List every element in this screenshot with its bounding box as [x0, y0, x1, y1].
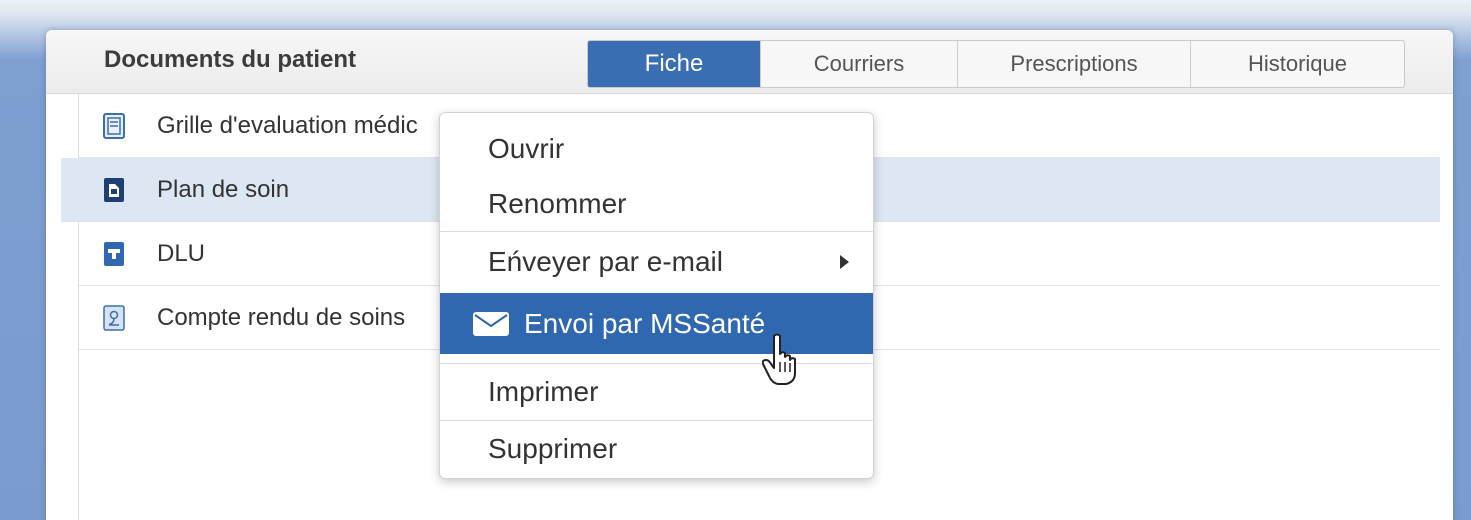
panel-title: Documents du patient: [104, 46, 357, 73]
document-label: Compte rendu de soins: [157, 303, 406, 331]
tab-courriers[interactable]: Courriers: [761, 41, 958, 87]
menu-divider: [440, 231, 873, 232]
tab-historique[interactable]: Historique: [1191, 41, 1404, 87]
menu-item-rename[interactable]: Renommer: [440, 177, 873, 231]
tab-prescriptions[interactable]: Prescriptions: [958, 41, 1191, 87]
document-label: Plan de soin: [157, 175, 290, 203]
document-label: DLU: [157, 239, 206, 267]
dlu-document-icon: [104, 241, 124, 266]
menu-item-send-mssante[interactable]: Envoi par MSSanté: [440, 293, 873, 354]
menu-item-send-email[interactable]: Eńveyer par e-mail: [440, 233, 873, 291]
menu-item-delete[interactable]: Supprimer: [440, 421, 873, 477]
menu-divider: [440, 363, 873, 364]
panel-header: Documents du patient Fiche Courriers Pre…: [46, 30, 1453, 94]
menu-item-open[interactable]: Ouvrir: [440, 121, 873, 177]
form-document-icon: [103, 112, 125, 139]
menu-item-label: Envoi par MSSanté: [524, 307, 766, 339]
report-document-icon: [103, 304, 125, 331]
envelope-icon: [473, 311, 509, 336]
menu-item-print[interactable]: Imprimer: [440, 365, 873, 419]
document-label: Grille d'evaluation médic: [157, 111, 418, 139]
hand-pointer-cursor-icon: [762, 333, 796, 385]
context-menu: Ouvrir Renommer Eńveyer par e-mail Envoi…: [439, 112, 874, 479]
tab-fiche[interactable]: Fiche: [588, 41, 761, 87]
submenu-arrow-icon: [840, 255, 849, 269]
menu-item-label: Eńveyer par e-mail: [488, 246, 723, 277]
tab-bar: Fiche Courriers Prescriptions Historique: [587, 40, 1405, 88]
care-plan-document-icon: [104, 177, 124, 202]
